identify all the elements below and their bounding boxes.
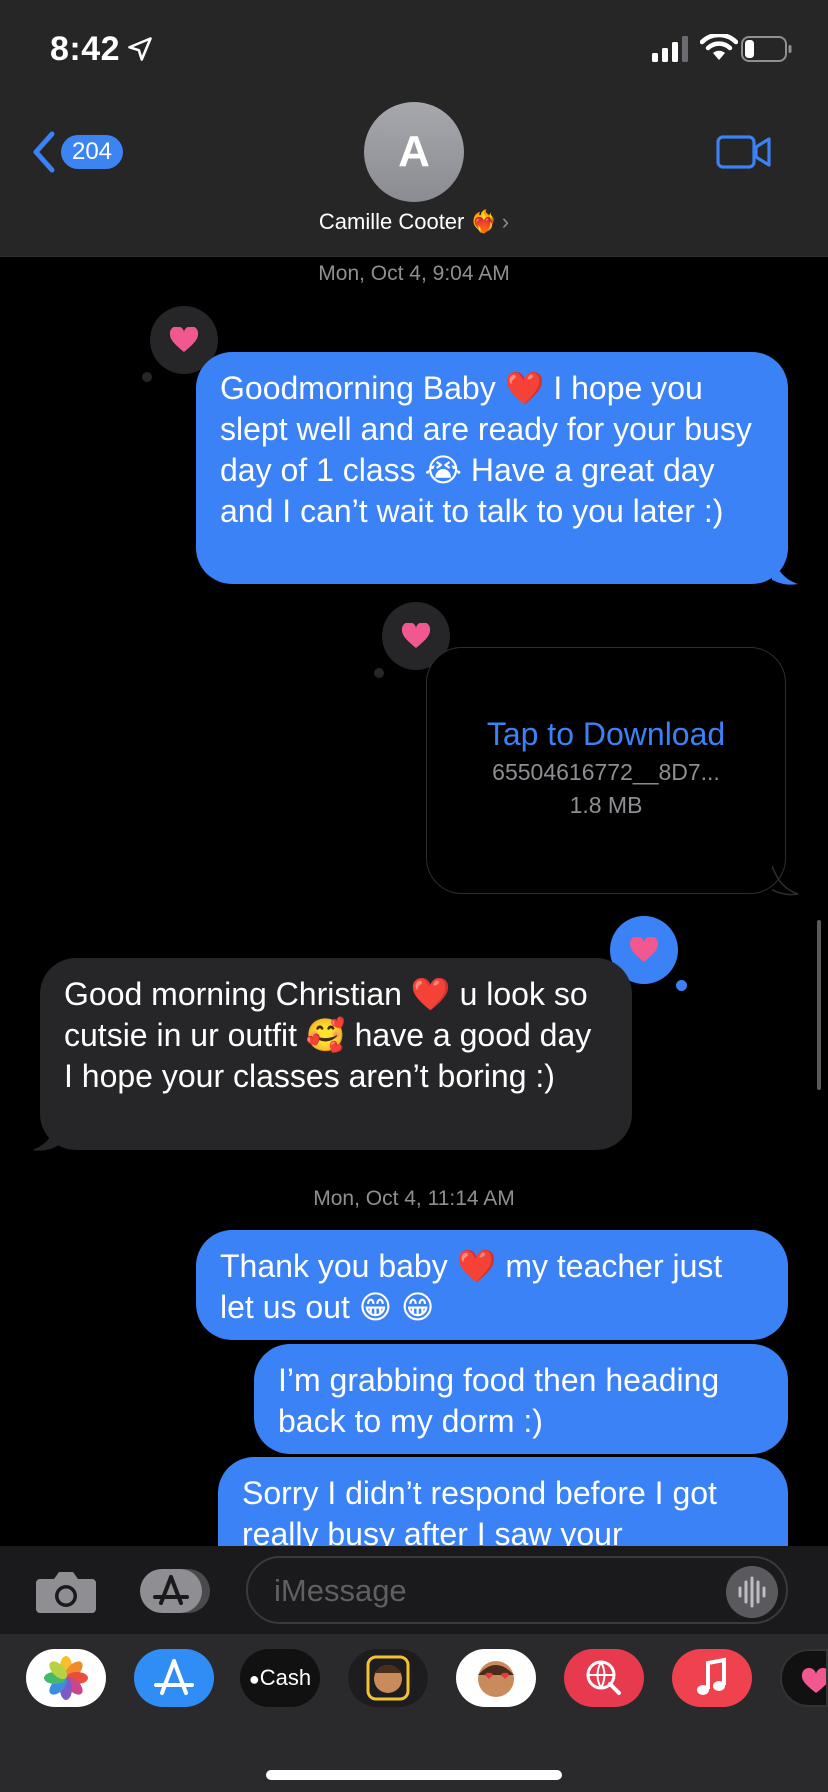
tap-to-download-link[interactable]: Tap to Download xyxy=(427,716,785,753)
contact-name: Camille Cooter xyxy=(318,209,465,235)
status-bar: 8:42 xyxy=(0,0,828,100)
attachment-size: 1.8 MB xyxy=(569,792,643,818)
music-icon xyxy=(697,1657,726,1695)
attachment-message[interactable]: Tap to Download 65504616772__8D7... 1.8 … xyxy=(426,647,786,894)
chevron-left-icon xyxy=(33,131,55,173)
app-store-icon xyxy=(154,1659,194,1695)
compose-bar: iMessage xyxy=(0,1546,828,1634)
conversation-header: 8:42 204 A Camille Cooter ❤️‍🔥 › xyxy=(0,0,828,257)
memoji-stickers-app-button[interactable] xyxy=(456,1649,536,1707)
heart-icon xyxy=(169,327,199,352)
chevron-right-icon: › xyxy=(501,209,510,235)
audio-message-icon[interactable] xyxy=(726,1566,778,1618)
facetime-video-icon[interactable] xyxy=(716,132,772,172)
tapback-tail-dot xyxy=(676,980,687,991)
home-indicator[interactable] xyxy=(266,1770,562,1780)
memoji-stickers-icon xyxy=(478,1661,514,1697)
location-arrow-icon xyxy=(128,37,152,61)
message-timestamp: Mon, Oct 4, 9:04 AM xyxy=(318,262,510,285)
apple-cash-app-button[interactable]: ●Cash xyxy=(240,1649,320,1707)
digital-touch-app-button[interactable] xyxy=(780,1649,828,1707)
attachment-filename: 65504616772__8D7... xyxy=(492,759,720,785)
sent-message[interactable]: I’m grabbing food then heading back to m… xyxy=(254,1344,788,1454)
tapback-tail-dot xyxy=(142,372,152,382)
sent-message[interactable]: Thank you baby ❤️ my teacher just let us… xyxy=(196,1230,788,1340)
app-store-app-button[interactable] xyxy=(134,1649,214,1707)
web-search-app-button[interactable] xyxy=(564,1649,644,1707)
contact-details-button[interactable]: Camille Cooter ❤️‍🔥 › xyxy=(0,208,828,240)
apple-cash-label: Cash xyxy=(259,1665,312,1690)
heart-icon xyxy=(629,937,659,962)
apple-cash-icon: ●Cash xyxy=(240,1649,320,1707)
photos-app-button[interactable] xyxy=(26,1649,106,1707)
apple-logo-icon: ● xyxy=(248,1669,260,1689)
web-search-icon xyxy=(586,1660,621,1695)
contact-avatar[interactable]: A xyxy=(364,102,464,202)
music-app-button[interactable] xyxy=(672,1649,752,1707)
contact-name-emoji: ❤️‍🔥 xyxy=(470,209,498,235)
memoji-icon xyxy=(366,1655,410,1701)
app-store-button-icon[interactable] xyxy=(138,1567,214,1615)
imessage-app-drawer: ●Cash xyxy=(0,1634,828,1792)
message-input-placeholder: iMessage xyxy=(274,1573,407,1608)
sent-message[interactable]: Goodmorning Baby ❤️ I hope you slept wel… xyxy=(196,352,788,584)
scrollbar[interactable] xyxy=(817,920,821,1090)
memoji-app-button[interactable] xyxy=(348,1649,428,1707)
photos-icon xyxy=(44,1656,88,1700)
battery-icon xyxy=(741,36,792,62)
cellular-signal-icon xyxy=(652,36,688,62)
message-input[interactable]: iMessage xyxy=(246,1556,788,1624)
unread-count-badge: 204 xyxy=(61,135,123,169)
heart-icon xyxy=(401,623,431,648)
received-message[interactable]: Good morning Christian ❤️ u look so cuts… xyxy=(40,958,632,1150)
message-timestamp: Mon, Oct 4, 11:14 AM xyxy=(313,1187,515,1210)
back-button[interactable]: 204 xyxy=(30,128,140,176)
bubble-tail xyxy=(772,866,799,896)
bubble-tail xyxy=(772,556,798,585)
status-time: 8:42 xyxy=(50,30,121,68)
tapback-tail-dot xyxy=(374,668,384,678)
digital-touch-icon xyxy=(801,1667,826,1693)
wifi-icon xyxy=(700,34,738,60)
camera-icon[interactable] xyxy=(34,1567,98,1615)
bubble-tail xyxy=(32,1122,58,1151)
